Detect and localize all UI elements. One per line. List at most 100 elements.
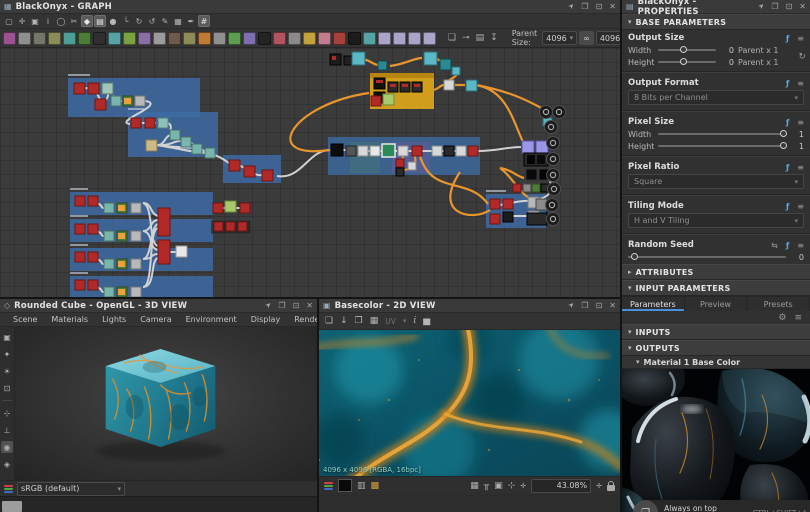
menu-scene[interactable]: Scene [6, 315, 44, 324]
output-width-mode[interactable]: Parent x 1 [738, 46, 782, 55]
marquee-select-tool-icon[interactable]: ▢ [3, 15, 15, 27]
shape-node-icon[interactable] [213, 32, 226, 45]
tiling-mode-dropdown[interactable]: H and V Tiling ▾ [628, 213, 804, 228]
rotate-ccw-tool-icon[interactable]: ↺ [146, 15, 158, 27]
value-node-icon[interactable] [258, 32, 271, 45]
menu-lights[interactable]: Lights [95, 315, 133, 324]
tile-sampler-node-icon[interactable] [228, 32, 241, 45]
save-image-icon[interactable]: ↓ [340, 316, 348, 326]
output-item-base-color[interactable]: ▾ Material 1 Base Color [622, 356, 810, 369]
snap-icon[interactable]: ╥ [484, 481, 489, 491]
info-tool-icon[interactable]: i [42, 15, 54, 27]
grayscale-node-icon[interactable] [153, 32, 166, 45]
menu-icon[interactable]: ≡ [797, 163, 804, 172]
color-wheel-node-icon[interactable] [243, 32, 256, 45]
random-seed-slider[interactable] [628, 256, 786, 258]
hsl-node-icon[interactable] [138, 32, 151, 45]
histogram-icon[interactable]: ▅ [423, 316, 430, 326]
paint-tool-icon[interactable]: ✒ [185, 15, 197, 27]
pen-tool-icon[interactable]: ✎ [159, 15, 171, 27]
section-attributes[interactable]: ▸ ATTRIBUTES [622, 264, 810, 280]
maximize-icon[interactable]: ⊡ [293, 302, 300, 310]
menu-icon[interactable]: ≡ [797, 241, 804, 250]
light-icon[interactable]: ✦ [1, 348, 13, 360]
blur-node-icon[interactable] [33, 32, 46, 45]
parent-height-dropdown[interactable]: 4096 ▾ [596, 31, 620, 45]
function-icon[interactable]: ƒ [786, 241, 789, 250]
pan-tool-icon[interactable]: ✛ [16, 15, 28, 27]
close-icon[interactable]: ✕ [306, 302, 313, 310]
link-wh-icon[interactable]: ↻ [798, 52, 806, 62]
gear-icon[interactable]: ⚙ [778, 313, 786, 323]
maximize-icon[interactable]: ⊡ [786, 3, 793, 11]
pixel-width-slider[interactable] [658, 133, 786, 135]
color-mode-icon[interactable]: ▩ [371, 481, 380, 491]
zoom-in-icon[interactable]: ✛ [596, 482, 602, 490]
shuffle-icon[interactable]: ⇆ [771, 241, 778, 250]
cut-links-tool-icon[interactable]: ✂ [68, 15, 80, 27]
pin-icon[interactable]: ➤ [264, 301, 273, 310]
view2d-canvas[interactable]: 4096 x 4096 [RGBA, 16bpc] [319, 330, 620, 476]
float-icon[interactable]: ❐ [581, 302, 588, 310]
zoom-out-icon[interactable]: ✛ [520, 482, 526, 490]
function-icon[interactable]: ƒ [786, 202, 789, 211]
gradient-node-icon[interactable] [123, 32, 136, 45]
base-color-preview-image[interactable]: ❐ Always on top enabled CTRL+SHIFT+A [622, 369, 810, 512]
zoom-tool-icon[interactable]: ◯ [55, 15, 67, 27]
info-mode-icon[interactable]: i [413, 316, 416, 326]
close-icon[interactable]: ✕ [609, 302, 616, 310]
curve-node-icon[interactable] [78, 32, 91, 45]
pattern-node-icon[interactable] [363, 32, 376, 45]
function-icon[interactable]: ƒ [786, 79, 789, 88]
grid-snap-tool-icon[interactable]: # [198, 15, 210, 27]
comment-icon[interactable]: ❏ [446, 33, 458, 43]
background-swatch[interactable] [338, 479, 352, 492]
rotate-cw-tool-icon[interactable]: ↻ [133, 15, 145, 27]
image-tool-icon[interactable]: ▦ [172, 15, 184, 27]
pin-node-icon[interactable]: ↧ [488, 33, 500, 43]
grid-icon[interactable]: ▦ [470, 481, 479, 491]
center-view-icon[interactable]: ⊹ [508, 481, 516, 491]
tab-parameters[interactable]: Parameters [622, 297, 685, 311]
fill-node-icon[interactable] [333, 32, 346, 45]
export-image-icon[interactable]: ❏ [325, 316, 333, 326]
channel-mix-node-icon[interactable] [63, 32, 76, 45]
invert-node-icon[interactable] [273, 32, 286, 45]
environment-icon[interactable]: ☀ [1, 365, 13, 377]
pixel-ratio-dropdown[interactable]: Square ▾ [628, 174, 804, 189]
chevron-down-icon[interactable]: ▾ [403, 317, 407, 325]
lock-icon[interactable] [607, 485, 615, 491]
splatter-node-icon[interactable] [183, 32, 196, 45]
close-icon[interactable]: ✕ [799, 3, 806, 11]
menu-environment[interactable]: Environment [179, 315, 244, 324]
view3d-viewport[interactable] [15, 327, 317, 480]
axis-icon[interactable]: ⊥ [1, 424, 13, 436]
section-input-parameters[interactable]: ▾ INPUT PARAMETERS [622, 280, 810, 296]
tab-preview[interactable]: Preview [685, 297, 748, 311]
channels-icon[interactable]: ▥ [357, 481, 366, 491]
warp-node-icon[interactable] [198, 32, 211, 45]
skew-node-icon[interactable] [423, 32, 436, 45]
menu-renderer[interactable]: Renderer [287, 315, 317, 324]
uniform-color-node-icon[interactable] [3, 32, 16, 45]
pixel-height-slider[interactable] [658, 145, 786, 147]
emboss-node-icon[interactable] [168, 32, 181, 45]
output-height-mode[interactable]: Parent x 1 [738, 58, 782, 67]
zoom-level-input[interactable] [531, 479, 591, 493]
function-icon[interactable]: ƒ [786, 163, 789, 172]
list-icon[interactable]: ≡ [794, 313, 802, 323]
maximize-icon[interactable]: ⊡ [596, 3, 603, 11]
transform-2d-node-icon[interactable] [378, 32, 391, 45]
float-icon[interactable]: ❐ [581, 3, 588, 11]
grid-node-icon[interactable] [108, 32, 121, 45]
parent-width-dropdown[interactable]: 4096 ▾ [542, 31, 577, 45]
levels-node-icon[interactable] [93, 32, 106, 45]
tab-presets[interactable]: Presets [747, 297, 810, 311]
warning-node-icon[interactable] [303, 32, 316, 45]
menu-display[interactable]: Display [244, 315, 288, 324]
geometry-icon[interactable]: ◉ [1, 441, 13, 453]
link-dot-icon[interactable]: ⊸ [460, 33, 472, 43]
function-icon[interactable]: ƒ [786, 34, 789, 43]
tile-icon[interactable]: ▣ [494, 481, 503, 491]
section-inputs[interactable]: ▾ INPUTS [622, 324, 810, 340]
